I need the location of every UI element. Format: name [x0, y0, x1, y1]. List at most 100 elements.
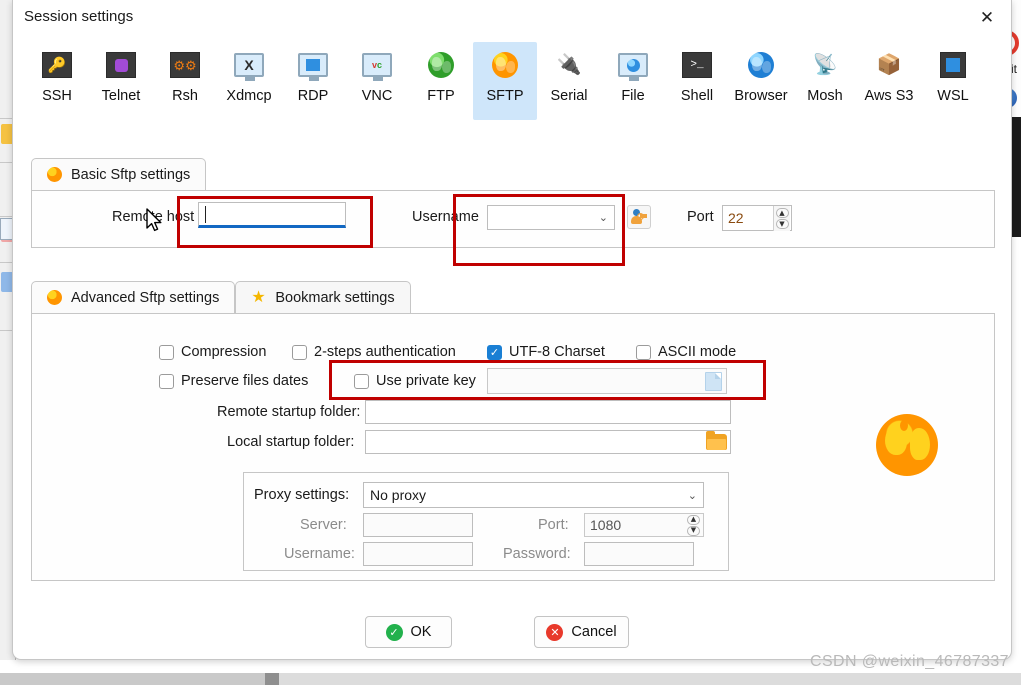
port-input[interactable] [723, 206, 773, 230]
tab-label: Bookmark settings [275, 290, 395, 306]
port-spinner-arrows[interactable]: ▲ ▼ [773, 206, 790, 231]
checkbox-box[interactable] [636, 344, 651, 360]
watermark-text: CSDN @weixin_46787337 [810, 653, 1009, 670]
proxy-port-spinner-arrows[interactable]: ▲ ▼ [685, 514, 702, 536]
checkbox-label: 2-steps authentication [314, 344, 456, 360]
protocol-label: Shell [680, 88, 714, 104]
spinner-down-icon[interactable]: ▼ [687, 525, 700, 536]
spinner-up-icon[interactable]: ▲ [775, 208, 789, 218]
protocol-label: FTP [427, 88, 455, 104]
username-browse-button[interactable] [627, 205, 651, 229]
username-combobox[interactable]: ⌄ [487, 205, 615, 230]
port-label: Port [687, 209, 714, 225]
green-globe-icon [424, 48, 458, 82]
telnet-icon [104, 48, 138, 82]
advanced-settings-panel: Compression 2-steps authentication UTF-8… [31, 313, 995, 581]
protocol-label: Rsh [172, 88, 198, 104]
file-icon[interactable] [705, 371, 722, 391]
checkbox-box[interactable] [487, 344, 502, 360]
checkbox-use-private-key[interactable]: Use private key [354, 373, 476, 389]
protocol-telnet[interactable]: Telnet [89, 42, 153, 120]
dialog-titlebar: Session settings ✕ [13, 0, 1011, 36]
protocol-rdp[interactable]: RDP [281, 42, 345, 120]
spinner-up-icon[interactable]: ▲ [687, 514, 700, 525]
local-startup-folder-input[interactable] [365, 430, 731, 454]
protocol-label: Telnet [101, 88, 141, 104]
checkbox-box[interactable] [354, 373, 369, 389]
protocol-label: Browser [734, 88, 788, 104]
protocol-label: File [621, 88, 645, 104]
chevron-down-icon: ⌄ [687, 488, 697, 502]
proxy-port-spinner[interactable]: ▲ ▼ [584, 513, 704, 537]
checkbox-compression[interactable]: Compression [159, 344, 266, 360]
text-caret [205, 206, 206, 223]
checkbox-box[interactable] [159, 344, 174, 360]
protocol-sftp[interactable]: SFTP [473, 42, 537, 120]
gears-icon: ⚙⚙ [168, 48, 202, 82]
checkbox-utf8-charset[interactable]: UTF-8 Charset [487, 344, 605, 360]
basic-tabstrip: Basic Sftp settings [31, 157, 207, 191]
close-icon[interactable]: ✕ [971, 4, 1003, 32]
checkbox-box[interactable] [292, 344, 307, 360]
proxy-server-input[interactable] [363, 513, 473, 537]
protocol-rsh[interactable]: ⚙⚙ Rsh [153, 42, 217, 120]
scrollbar-thumb[interactable] [265, 673, 279, 685]
star-icon: ★ [251, 289, 266, 306]
remote-host-input[interactable] [198, 202, 346, 228]
terminal-icon: >_ [680, 48, 714, 82]
orange-globe-icon [47, 167, 63, 183]
cancel-button[interactable]: ✕ Cancel [534, 616, 629, 648]
tab-bookmark-settings[interactable]: ★ Bookmark settings [235, 281, 411, 314]
windows-icon [296, 48, 330, 82]
sftp-globe-icon [876, 414, 938, 476]
spinner-down-icon[interactable]: ▼ [775, 219, 789, 229]
chevron-down-icon: ⌄ [598, 211, 608, 224]
local-startup-folder-label: Local startup folder: [227, 434, 355, 450]
protocol-file[interactable]: File [601, 42, 665, 120]
protocol-label: SSH [42, 88, 72, 104]
proxy-port-input[interactable] [585, 514, 685, 536]
protocol-serial[interactable]: 🔌 Serial [537, 42, 601, 120]
tab-advanced-sftp-settings[interactable]: Advanced Sftp settings [31, 281, 236, 314]
proxy-settings-value: No proxy [370, 487, 427, 503]
proxy-username-label: Username: [284, 546, 355, 562]
checkbox-2-steps-authentication[interactable]: 2-steps authentication [292, 344, 456, 360]
user-key-icon [631, 209, 647, 225]
ok-button[interactable]: ✓ OK [365, 616, 452, 648]
checkbox-ascii-mode[interactable]: ASCII mode [636, 344, 736, 360]
proxy-server-label: Server: [300, 517, 347, 533]
tab-label: Advanced Sftp settings [71, 290, 220, 306]
protocol-browser[interactable]: Browser [729, 42, 793, 120]
proxy-settings-combobox[interactable]: No proxy ⌄ [363, 482, 704, 508]
protocol-label: WSL [937, 88, 969, 104]
protocol-wsl[interactable]: WSL [921, 42, 985, 120]
tab-basic-sftp-settings[interactable]: Basic Sftp settings [31, 158, 207, 191]
protocol-ssh[interactable]: 🔑 SSH [25, 42, 89, 120]
protocol-mosh[interactable]: 📡 Mosh [793, 42, 857, 120]
proxy-port-label: Port: [538, 517, 569, 533]
vnc-icon: vc [360, 48, 394, 82]
remote-startup-folder-input[interactable] [365, 400, 731, 424]
private-key-input[interactable] [487, 368, 727, 394]
protocol-shell[interactable]: >_ Shell [665, 42, 729, 120]
username-label: Username [412, 209, 479, 225]
proxy-password-input[interactable] [584, 542, 694, 566]
checkbox-box[interactable] [159, 373, 174, 389]
xdmcp-icon: X [232, 48, 266, 82]
advanced-tabstrip: Advanced Sftp settings ★ Bookmark settin… [31, 280, 411, 314]
checkbox-label: Preserve files dates [181, 373, 309, 389]
checkbox-preserve-files-dates[interactable]: Preserve files dates [159, 373, 308, 389]
protocol-xdmcp[interactable]: X Xdmcp [217, 42, 281, 120]
protocol-vnc[interactable]: vc VNC [345, 42, 409, 120]
scrollbar-track[interactable] [279, 673, 1021, 685]
blue-globe-icon [744, 48, 778, 82]
checkbox-label: Use private key [376, 373, 476, 389]
port-spinner[interactable]: ▲ ▼ [722, 205, 792, 231]
protocol-ftp[interactable]: FTP [409, 42, 473, 120]
protocol-label: SFTP [486, 88, 524, 104]
protocol-aws-s3[interactable]: 📦 Aws S3 [857, 42, 921, 120]
dialog-title: Session settings [24, 8, 134, 25]
protocol-label: Xdmcp [226, 88, 272, 104]
folder-icon[interactable] [706, 431, 727, 450]
proxy-username-input[interactable] [363, 542, 473, 566]
